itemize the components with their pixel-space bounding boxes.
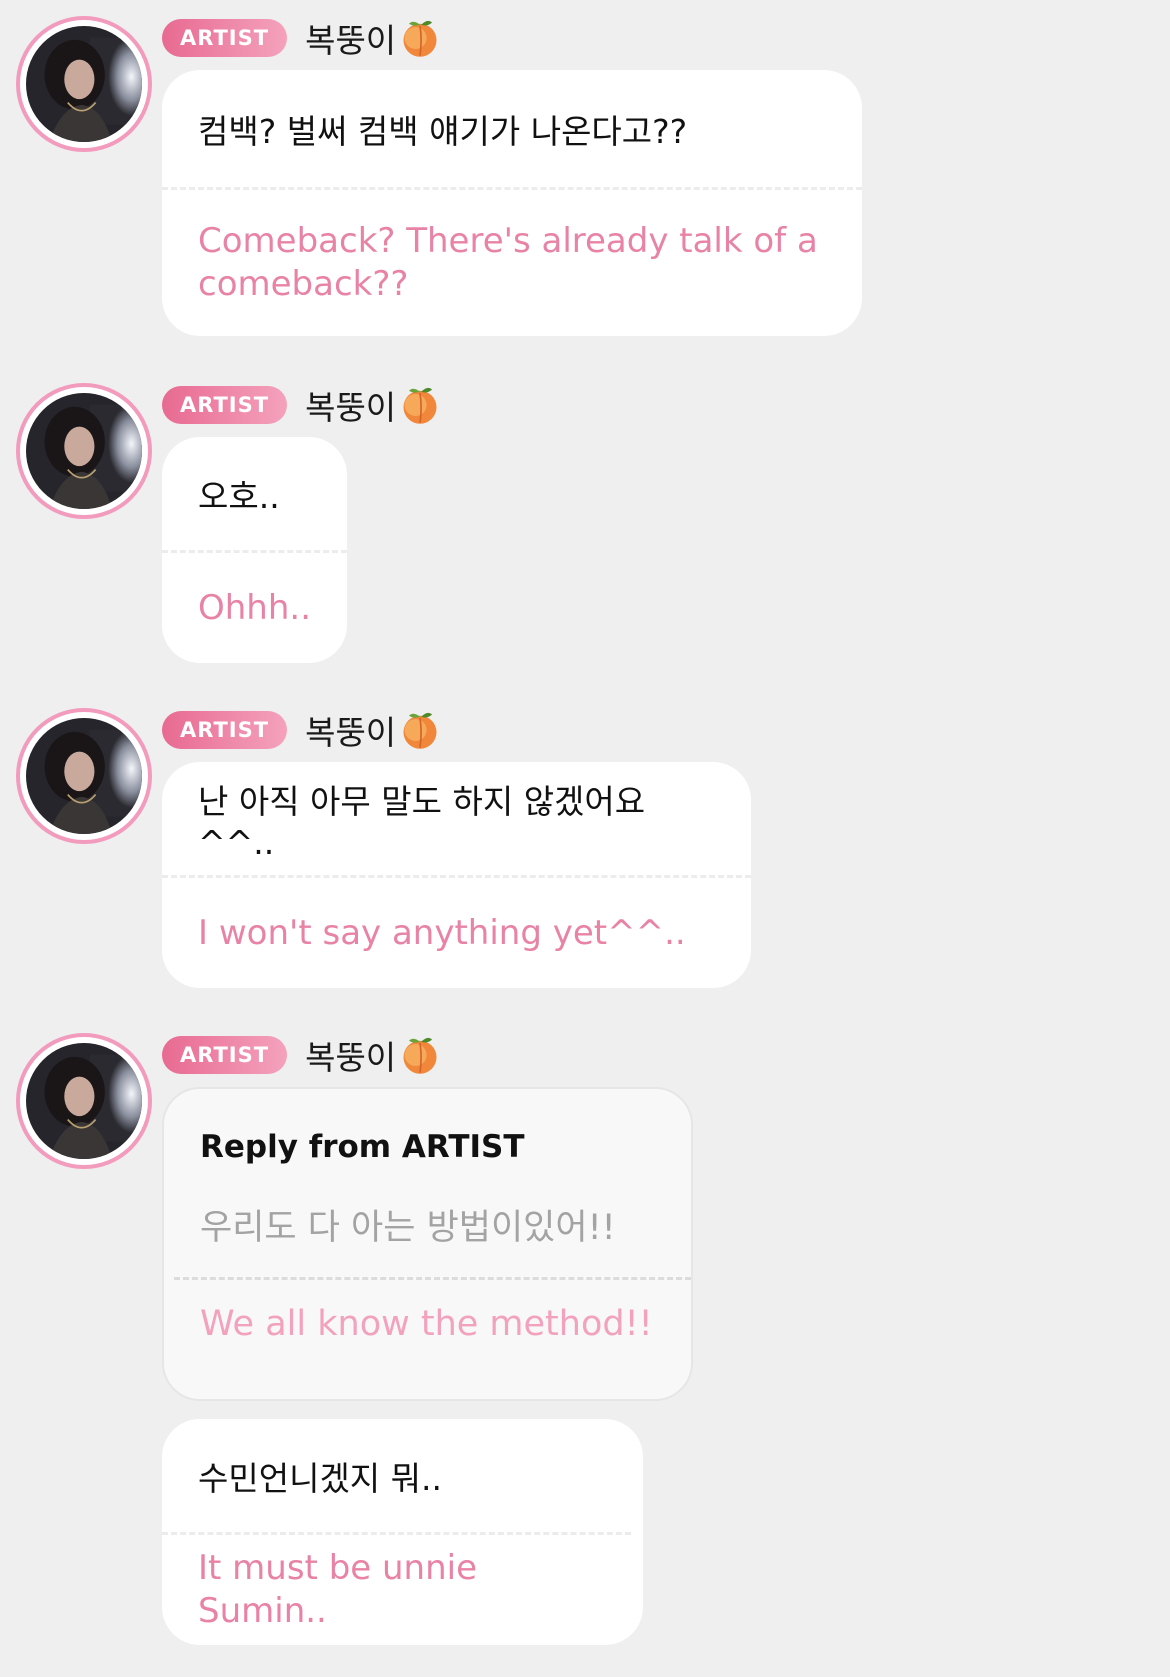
message-original-text: 수민언니겠지 뭐.. [198, 1458, 442, 1498]
message-original-text: 난 아직 아무 말도 하지 않겠어요^^.. [198, 782, 646, 862]
peach-icon [403, 1037, 437, 1074]
message-translation-text: It must be unnie Sumin.. [198, 1548, 478, 1631]
artist-nickname[interactable]: 복뚱이 [305, 14, 442, 62]
message-header: ARTIST 복뚱이 [162, 708, 442, 752]
artist-badge: ARTIST [162, 386, 288, 424]
avatar-photo-icon [26, 718, 142, 834]
nickname-text: 복뚱이 [305, 713, 397, 752]
nickname-text: 복뚱이 [305, 1038, 397, 1077]
artist-badge: ARTIST [162, 19, 288, 57]
peach-icon [403, 387, 437, 424]
artist-avatar[interactable] [16, 1033, 152, 1169]
message-translation-text: Ohhh.. [198, 587, 312, 628]
message-bubble[interactable]: 수민언니겠지 뭐.. It must be unnie Sumin.. [162, 1419, 643, 1645]
avatar-photo-icon [26, 26, 142, 142]
message-header: ARTIST 복뚱이 [162, 1033, 442, 1077]
message-translation-text: I won't say anything yet^^.. [198, 912, 686, 953]
reply-quoted-translation: We all know the method!! [200, 1304, 653, 1344]
message-header: ARTIST 복뚱이 [162, 383, 442, 427]
artist-avatar[interactable] [16, 383, 152, 519]
reply-title: Reply from ARTIST [200, 1129, 525, 1165]
message-original-text: 컴백? 벌써 컴백 얘기가 나온다고?? [198, 111, 688, 151]
message-bubble[interactable]: 컴백? 벌써 컴백 얘기가 나온다고?? Comeback? There's a… [162, 70, 862, 336]
artist-badge: ARTIST [162, 711, 288, 749]
avatar-photo-icon [26, 1043, 142, 1159]
reply-divider [174, 1277, 691, 1280]
artist-badge: ARTIST [162, 1036, 288, 1074]
message-header: ARTIST 복뚱이 [162, 16, 442, 60]
message-original-text: 오호.. [198, 476, 280, 516]
reply-quoted-original: 우리도 다 아는 방법이있어!! [200, 1208, 616, 1248]
peach-icon [403, 712, 437, 749]
avatar-photo-icon [26, 393, 142, 509]
artist-avatar[interactable] [16, 708, 152, 844]
artist-nickname[interactable]: 복뚱이 [305, 381, 442, 429]
peach-icon [403, 20, 437, 57]
reply-bubble[interactable]: Reply from ARTIST 우리도 다 아는 방법이있어!! We al… [162, 1087, 693, 1401]
artist-nickname[interactable]: 복뚱이 [305, 1031, 442, 1079]
message-bubble[interactable]: 오호.. Ohhh.. [162, 437, 347, 663]
nickname-text: 복뚱이 [305, 21, 397, 60]
artist-avatar[interactable] [16, 16, 152, 152]
message-translation-text: Comeback? There's already talk of a come… [198, 221, 818, 304]
nickname-text: 복뚱이 [305, 388, 397, 427]
artist-nickname[interactable]: 복뚱이 [305, 706, 442, 754]
message-bubble[interactable]: 난 아직 아무 말도 하지 않겠어요^^.. I won't say anyth… [162, 762, 751, 988]
